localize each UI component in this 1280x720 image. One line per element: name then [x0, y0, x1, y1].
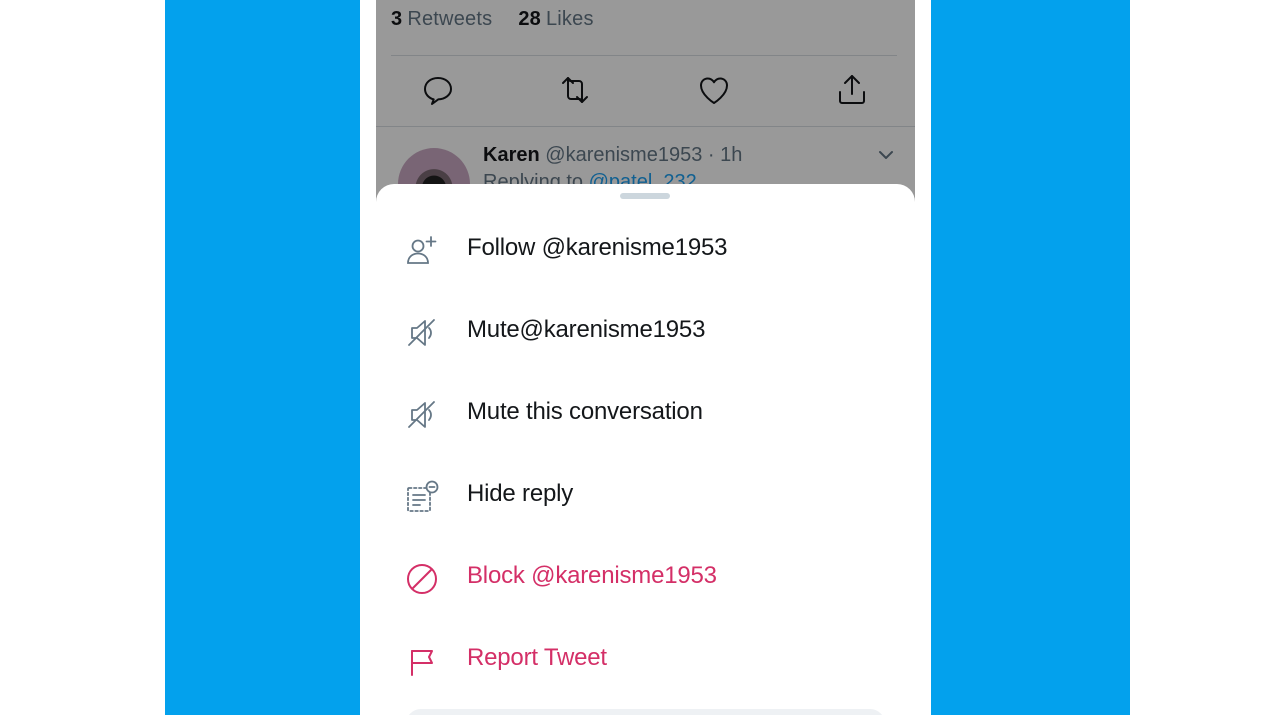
cancel-button[interactable]	[406, 709, 885, 715]
phone-frame: 3 Retweets 28 Likes Karen @karenisme1953…	[360, 0, 931, 715]
menu-item-label: Block @karenisme1953	[467, 562, 717, 589]
action-sheet: Follow @karenisme1953 Mute@karenisme1953	[376, 184, 915, 715]
hide-reply-icon	[404, 479, 440, 515]
mute-icon	[404, 315, 440, 351]
menu-item-hide-reply[interactable]: Hide reply	[376, 452, 915, 534]
menu-item-mute-user[interactable]: Mute@karenisme1953	[376, 288, 915, 370]
menu-item-mute-conversation[interactable]: Mute this conversation	[376, 370, 915, 452]
menu-item-block[interactable]: Block @karenisme1953	[376, 534, 915, 616]
phone-screen: 3 Retweets 28 Likes Karen @karenisme1953…	[376, 0, 915, 715]
screen: 3 Retweets 28 Likes Karen @karenisme1953…	[0, 0, 1280, 720]
sheet-grabber[interactable]	[620, 193, 670, 199]
menu-item-label: Mute this conversation	[467, 398, 703, 425]
mute-conversation-icon	[404, 397, 440, 433]
menu-item-report[interactable]: Report Tweet	[376, 616, 915, 698]
menu-item-label: Follow @karenisme1953	[467, 234, 728, 261]
flag-icon	[404, 643, 440, 679]
menu-item-label: Report Tweet	[467, 644, 607, 671]
follow-user-icon	[404, 233, 440, 269]
menu-item-label: Hide reply	[467, 480, 574, 507]
menu-item-follow[interactable]: Follow @karenisme1953	[376, 206, 915, 288]
block-icon	[404, 561, 440, 597]
menu-item-label: Mute@karenisme1953	[467, 316, 706, 343]
